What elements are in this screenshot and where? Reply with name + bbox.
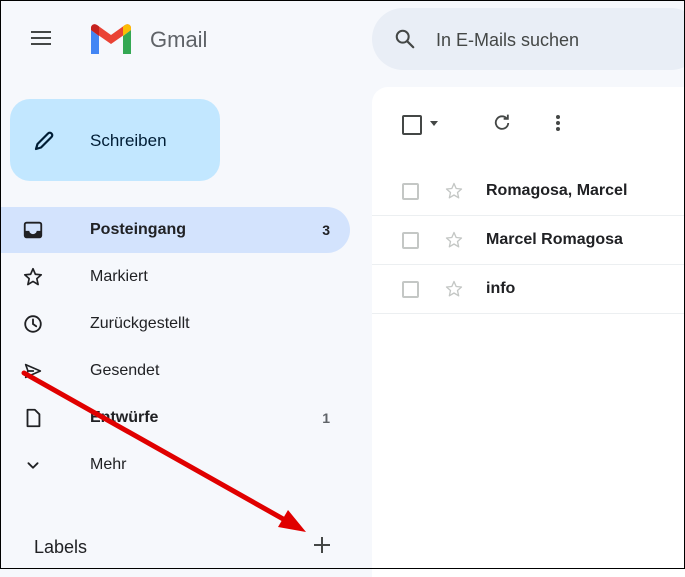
email-row[interactable]: Marcel Romagosa — [372, 216, 685, 265]
sidebar-item-label: Zurückgestellt — [90, 315, 190, 332]
email-sender: Marcel Romagosa — [486, 231, 623, 248]
sidebar-item-label: Entwürfe — [90, 409, 159, 426]
plus-icon[interactable] — [310, 533, 334, 557]
sidebar-item-entwuerfe[interactable]: Entwürfe 1 — [0, 395, 350, 441]
sidebar-item-zurueckgestellt[interactable]: Zurückgestellt — [0, 301, 350, 347]
select-all-checkbox[interactable] — [402, 115, 422, 135]
sidebar-item-markiert[interactable]: Markiert — [0, 254, 350, 300]
caret-down-icon[interactable] — [430, 121, 438, 126]
sidebar-item-posteingang[interactable]: Posteingang 3 — [0, 207, 350, 253]
inbox-icon — [23, 221, 43, 239]
star-icon[interactable] — [444, 279, 464, 299]
sidebar-item-mehr[interactable]: Mehr — [0, 442, 350, 488]
draft-icon — [26, 408, 41, 428]
star-icon — [23, 267, 43, 286]
hamburger-icon[interactable] — [28, 27, 54, 53]
gmail-wordmark: Gmail — [150, 27, 208, 52]
row-checkbox[interactable] — [402, 232, 419, 249]
row-checkbox[interactable] — [402, 281, 419, 298]
compose-label: Schreiben — [90, 131, 167, 150]
pencil-icon — [34, 131, 54, 151]
send-icon — [24, 363, 42, 379]
refresh-icon[interactable] — [492, 113, 512, 133]
sidebar-item-label: Markiert — [90, 268, 148, 285]
sidebar-item-label: Posteingang — [90, 221, 187, 238]
search-icon[interactable] — [394, 28, 416, 50]
sidebar-item-label: Mehr — [90, 456, 127, 473]
draft-count: 1 — [322, 410, 330, 426]
email-sender: info — [486, 280, 516, 297]
gmail-logo[interactable] — [88, 22, 134, 58]
star-icon[interactable] — [444, 181, 464, 201]
email-sender: Romagosa, Marcel — [486, 182, 628, 199]
sidebar-item-gesendet[interactable]: Gesendet — [0, 348, 350, 394]
more-vert-icon[interactable] — [552, 113, 564, 133]
mail-list-panel: Romagosa, Marcel Marcel Romagosa info — [372, 87, 685, 577]
sidebar-item-label: Gesendet — [90, 362, 160, 379]
compose-button[interactable]: Schreiben — [10, 99, 220, 181]
row-checkbox[interactable] — [402, 183, 419, 200]
chevron-down-icon — [27, 462, 39, 469]
clock-icon — [24, 315, 42, 333]
search-input[interactable] — [434, 26, 685, 54]
email-row[interactable]: Romagosa, Marcel — [372, 167, 685, 216]
search-bar[interactable] — [372, 8, 685, 70]
labels-heading: Labels — [34, 537, 88, 557]
email-row[interactable]: info — [372, 265, 685, 314]
star-icon[interactable] — [444, 230, 464, 250]
unread-count: 3 — [322, 222, 330, 238]
